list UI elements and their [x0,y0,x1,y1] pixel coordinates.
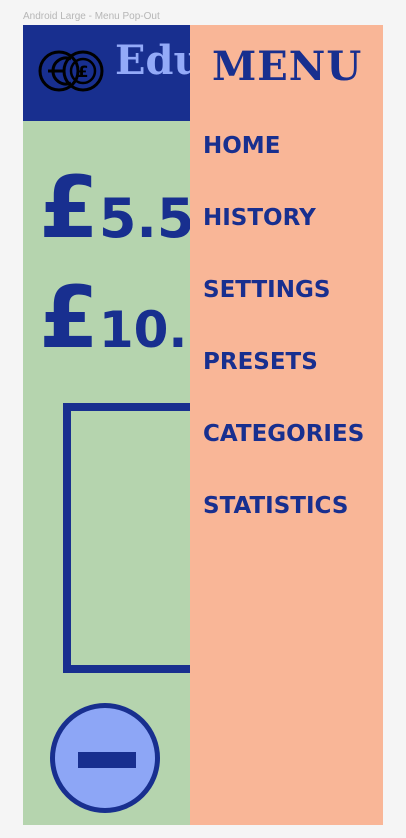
minus-icon [78,752,136,768]
amount-primary: £5.5 [39,165,195,251]
currency-symbol: £ [39,158,99,258]
menu-item-home[interactable]: HOME [203,133,280,159]
menu-item-categories[interactable]: CATEGORIES [203,421,364,447]
menu-item-settings[interactable]: SETTINGS [203,277,330,303]
svg-text:£: £ [77,62,88,81]
frame-label: Android Large - Menu Pop-Out [23,11,160,22]
app-screen: £ Edu £5.5 £10.5 MENU HOME HISTORY SETTI… [23,25,383,825]
menu-title: MENU [212,43,363,90]
currency-symbol: £ [39,268,99,368]
menu-panel: MENU HOME HISTORY SETTINGS PRESETS CATEG… [190,25,383,825]
coin-pound-logo-icon: £ [38,50,104,92]
menu-item-statistics[interactable]: STATISTICS [203,493,348,519]
menu-item-presets[interactable]: PRESETS [203,349,318,375]
content-box[interactable] [63,403,203,673]
amount-value: 5.5 [98,187,195,250]
minus-button[interactable] [50,703,160,813]
menu-item-history[interactable]: HISTORY [203,205,316,231]
